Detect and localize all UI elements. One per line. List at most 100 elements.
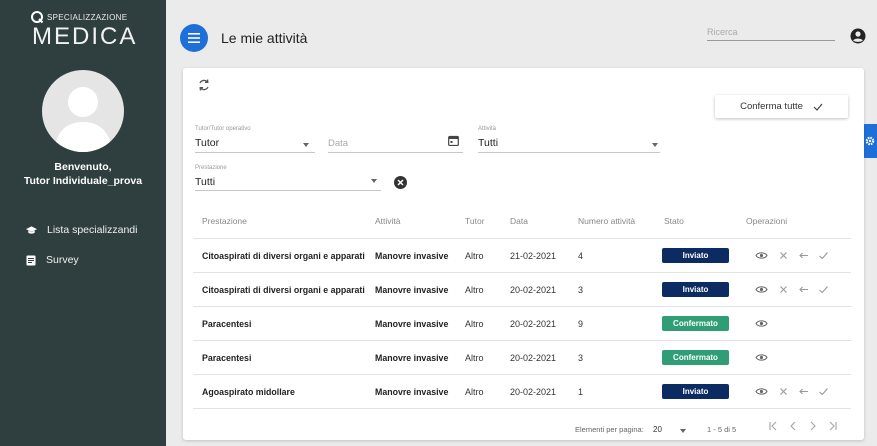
eye-icon[interactable] [755,283,768,296]
cell-prestazione: Citoaspirati di diversi organi e apparat… [202,285,365,295]
column-header-attivita[interactable]: Attività [375,216,401,226]
status-badge: Inviato [662,282,729,297]
cell-prestazione: Citoaspirati di diversi organi e apparat… [202,251,365,261]
header: Le mie attività [166,0,877,62]
cell-data: 20-02-2021 [510,387,557,397]
table-row: Paracentesi Manovre invasive Altro 20-02… [193,306,851,340]
sidebar-item-label: Lista specializzandi [47,224,138,236]
table-row: Agoaspirato midollare Manovre invasive A… [193,374,851,408]
cell-attivita: Manovre invasive [375,353,449,363]
table-row: Paracentesi Manovre invasive Altro 20-02… [193,340,851,374]
cell-attivita: Manovre invasive [375,251,449,261]
search-input[interactable] [707,24,835,41]
sidebar-item-lista-specializzandi[interactable]: Lista specializzandi [0,220,166,240]
cell-tutor: Altro [465,285,484,295]
close-icon[interactable] [777,385,790,398]
chevron-down-icon [303,143,309,147]
first-page-icon[interactable] [766,419,780,433]
tutor-select-label: Tutor/Tutor operativo [195,126,251,132]
column-header-operazioni: Operazioni [746,216,788,226]
calendar-icon[interactable] [448,135,459,146]
tutor-select-value: Tutor [195,137,220,149]
logo: SPECIALIZZAZIONE MEDICA [30,8,150,58]
table-header: Prestazione Attività Tutor Data Numero a… [183,210,864,236]
cell-numero: 4 [578,251,584,261]
chevron-down-icon [652,143,658,147]
eye-icon[interactable] [755,317,768,330]
per-page-value: 20 [653,425,662,434]
page-title: Le mie attività [221,30,308,46]
logo-q-icon [31,11,44,24]
avatar [42,70,124,152]
column-header-numero-attivita[interactable]: Numero attività [578,216,635,226]
cell-tutor: Altro [465,387,484,397]
pagination-range: 1 - 5 di 5 [707,425,737,434]
column-header-tutor[interactable]: Tutor [465,216,485,226]
eye-icon[interactable] [755,385,768,398]
undo-icon[interactable] [797,283,810,296]
cell-tutor: Altro [465,251,484,261]
cell-prestazione: Agoaspirato midollare [202,387,295,397]
activity-select-label: Attività [478,126,497,132]
cell-attivita: Manovre invasive [375,319,449,329]
close-icon[interactable] [777,249,790,262]
per-page-label: Elementi per pagina: [575,425,644,434]
sidebar: SPECIALIZZAZIONE MEDICA Benvenuto, Tutor… [0,0,166,446]
sidebar-item-label: Survey [46,254,79,266]
settings-tab[interactable] [862,124,877,158]
graduation-cap-icon [26,226,37,234]
activity-select-underline [478,152,660,153]
logo-big-text: MEDICA [32,23,138,50]
cell-numero: 9 [578,319,584,329]
last-page-icon[interactable] [826,419,840,433]
cell-attivita: Manovre invasive [375,285,449,295]
gear-icon [865,136,874,146]
cell-tutor: Altro [465,319,484,329]
chevron-down-icon [680,429,686,433]
column-header-prestazione[interactable]: Prestazione [202,216,247,226]
chevron-left-icon[interactable] [786,419,800,433]
refresh-icon[interactable] [197,78,211,92]
confirm-all-button[interactable]: Conferma tutte [715,95,848,118]
status-badge: Confermato [662,316,729,331]
close-icon[interactable] [777,283,790,296]
user-silhouette-icon [54,87,112,152]
date-field-placeholder: Data [328,138,349,149]
status-badge: Inviato [662,248,729,263]
tutor-select-underline [195,152,315,153]
cell-numero: 3 [578,285,584,295]
eye-icon[interactable] [755,249,768,262]
cell-data: 20-02-2021 [510,319,557,329]
chevron-right-icon[interactable] [806,419,820,433]
logo-small-text: SPECIALIZZAZIONE [47,12,128,22]
table-row: Citoaspirati di diversi organi e apparat… [193,272,851,306]
cell-data: 20-02-2021 [510,285,557,295]
check-icon[interactable] [817,385,830,398]
menu-button[interactable] [180,24,208,52]
cell-numero: 1 [578,387,584,397]
check-icon[interactable] [817,283,830,296]
cell-tutor: Altro [465,353,484,363]
check-icon [813,103,823,111]
eye-icon[interactable] [755,351,768,364]
status-badge: Confermato [662,350,729,365]
activities-card: Conferma tutte Tutor/Tutor operativo Tut… [183,68,864,440]
service-select-label: Prestazione [195,165,227,171]
chevron-down-icon [371,179,377,183]
cell-numero: 3 [578,353,584,363]
table-row: Citoaspirati di diversi organi e apparat… [193,238,851,272]
undo-icon[interactable] [797,385,810,398]
welcome-user-name: Tutor Individuale_prova [23,175,143,187]
user-account-icon[interactable] [850,28,866,44]
check-icon[interactable] [817,249,830,262]
undo-icon[interactable] [797,249,810,262]
column-header-data[interactable]: Data [510,216,528,226]
clear-filter-icon[interactable] [394,176,407,189]
confirm-all-label: Conferma tutte [740,101,803,112]
activity-select-value: Tutti [478,137,499,149]
hamburger-icon [188,33,200,43]
sidebar-item-survey[interactable]: Survey [0,250,166,270]
date-field-underline [328,152,463,153]
column-header-stato[interactable]: Stato [664,216,684,226]
welcome-line1: Benvenuto, [54,161,112,173]
